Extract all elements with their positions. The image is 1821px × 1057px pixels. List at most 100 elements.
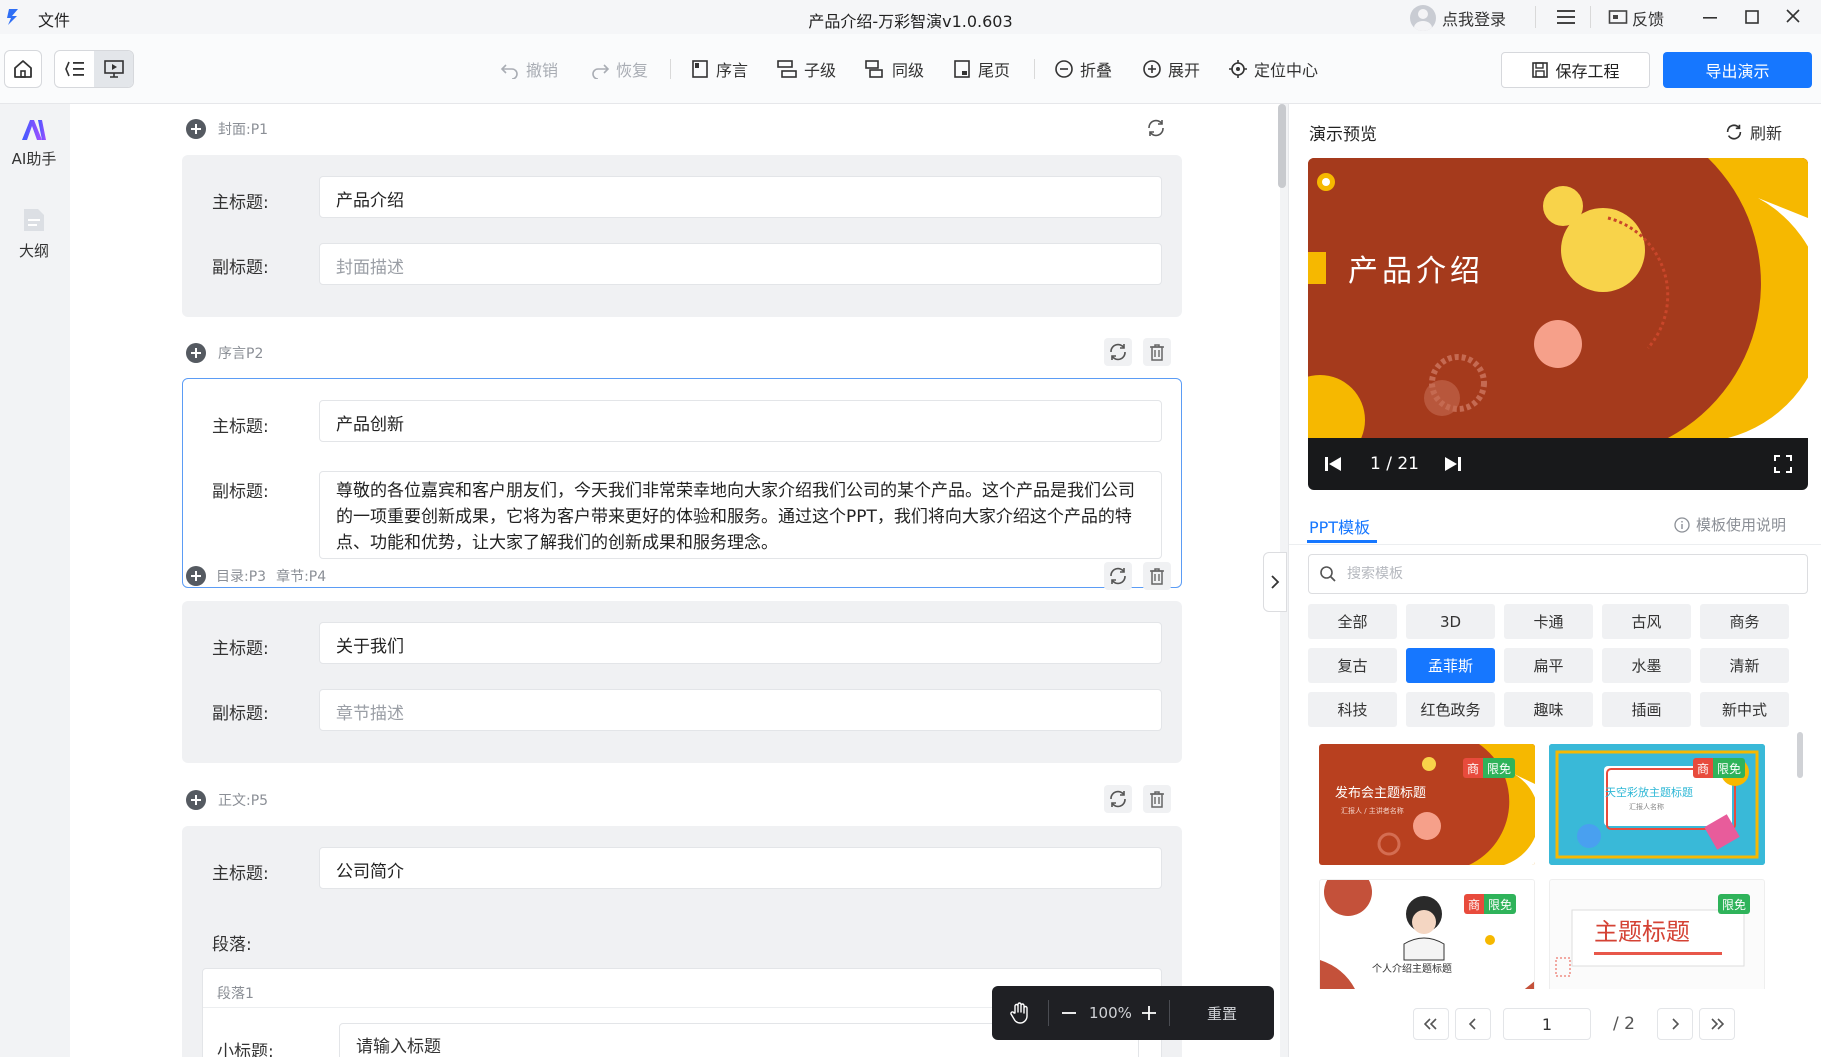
presentation-view-button[interactable]	[94, 51, 133, 87]
close-icon[interactable]	[1781, 6, 1805, 28]
delete-button[interactable]	[1143, 562, 1171, 590]
file-menu[interactable]: 文件	[38, 7, 70, 31]
undo-button[interactable]: 撤销	[500, 58, 558, 80]
home-button[interactable]	[4, 50, 42, 88]
trash-icon	[1150, 344, 1164, 361]
export-button[interactable]: 导出演示	[1663, 52, 1812, 88]
last-page-button[interactable]: 尾页	[952, 58, 1010, 80]
refresh-label: 刷新	[1749, 124, 1782, 143]
template-scrollbar[interactable]	[1797, 732, 1803, 778]
page-total: / 2	[1613, 1014, 1635, 1034]
next-page-button[interactable]	[1657, 1008, 1693, 1040]
section-header: 序言P2	[186, 341, 263, 365]
category-chip[interactable]: 新中式	[1700, 692, 1789, 727]
category-chip[interactable]: 水墨	[1602, 648, 1691, 683]
collapse-button[interactable]: 折叠	[1054, 58, 1112, 80]
sidebar-item-ai-assistant[interactable]: AI助手	[0, 118, 68, 169]
add-icon[interactable]	[186, 566, 206, 586]
trash-icon	[1150, 568, 1164, 585]
editor-scrollbar[interactable]	[1278, 104, 1286, 188]
category-chip[interactable]: 卡通	[1504, 604, 1593, 639]
main-title-input[interactable]: 产品介绍	[319, 176, 1162, 218]
add-icon[interactable]	[186, 119, 206, 139]
expand-icon	[1143, 60, 1161, 78]
main-title-input[interactable]: 公司简介	[319, 847, 1162, 889]
regenerate-button[interactable]	[1104, 785, 1132, 813]
regenerate-button[interactable]	[1104, 562, 1132, 590]
regenerate-button[interactable]	[1104, 338, 1132, 366]
outline-view-button[interactable]	[55, 51, 94, 87]
skip-forward-icon[interactable]	[1444, 456, 1462, 472]
main-title-input[interactable]: 产品创新	[319, 400, 1162, 442]
collapse-icon	[1055, 60, 1073, 78]
locate-center-button[interactable]: 定位中心	[1228, 58, 1318, 80]
category-chip[interactable]: 全部	[1308, 604, 1397, 639]
tab-ppt-template[interactable]: PPT模板	[1309, 514, 1370, 538]
minus-icon	[1062, 1012, 1076, 1014]
preview-title: 演示预览	[1309, 125, 1377, 145]
section-header: 目录:P3 章节:P4	[186, 564, 326, 588]
maximize-icon[interactable]	[1740, 6, 1764, 28]
save-project-button[interactable]: 保存工程	[1501, 52, 1650, 88]
collapse-panel-button[interactable]	[1263, 552, 1287, 612]
zoom-reset-button[interactable]: 重置	[1170, 1003, 1274, 1024]
skip-back-icon[interactable]	[1324, 456, 1342, 472]
template-help-link[interactable]: 模板使用说明	[1674, 514, 1786, 535]
subtitle-input[interactable]: 封面描述	[319, 243, 1162, 285]
subtitle-label: 副标题:	[212, 258, 269, 278]
fullscreen-icon[interactable]	[1774, 455, 1792, 473]
category-chip[interactable]: 复古	[1308, 648, 1397, 683]
login-button[interactable]: 点我登录	[1410, 5, 1506, 31]
redo-button[interactable]: 恢复	[590, 58, 648, 80]
category-chip[interactable]: 扁平	[1504, 648, 1593, 683]
template-card[interactable]: 天空彩放主题标题 汇报人名称 商 限免	[1549, 744, 1765, 865]
template-badge: 商 限免	[1463, 758, 1516, 778]
expand-button[interactable]: 展开	[1142, 58, 1200, 80]
main-title-input[interactable]: 关于我们	[319, 622, 1162, 664]
category-chip[interactable]: 趣味	[1504, 692, 1593, 727]
pan-tool-button[interactable]	[992, 1001, 1048, 1025]
zoom-out-button[interactable]	[1049, 1004, 1089, 1022]
page-input[interactable]: 1	[1503, 1008, 1591, 1040]
add-icon[interactable]	[186, 343, 206, 363]
prev-page-button[interactable]	[1455, 1008, 1491, 1040]
child-button[interactable]: 子级	[776, 58, 836, 80]
subtitle-input[interactable]: 章节描述	[319, 689, 1162, 731]
template-card[interactable]: 个人介绍主题标题 商 限免	[1319, 879, 1535, 989]
template-card[interactable]: 主题标题 限免	[1549, 879, 1765, 989]
minimize-icon[interactable]	[1698, 6, 1722, 28]
category-chip[interactable]: 插画	[1602, 692, 1691, 727]
category-chip[interactable]: 红色政务	[1406, 692, 1495, 727]
last-page-nav-button[interactable]	[1699, 1008, 1735, 1040]
regenerate-button[interactable]	[1142, 114, 1170, 142]
divider	[1590, 6, 1591, 28]
template-card[interactable]: 发布会主题标题 汇报人 / 主讲者名称 商 限免	[1319, 744, 1535, 865]
subtitle-textarea[interactable]: 尊敬的各位嘉宾和客户朋友们，今天我们非常荣幸地向大家介绍我们公司的某个产品。这个…	[319, 471, 1162, 559]
category-chip[interactable]: 古风	[1602, 604, 1691, 639]
refresh-preview-button[interactable]: 刷新	[1709, 116, 1797, 148]
menu-icon[interactable]	[1556, 8, 1576, 26]
category-chip[interactable]: 清新	[1700, 648, 1789, 683]
zoom-in-button[interactable]	[1129, 1004, 1169, 1022]
delete-button[interactable]	[1143, 785, 1171, 813]
ai-assistant-icon	[22, 120, 46, 140]
avatar-icon	[1410, 5, 1436, 31]
add-icon[interactable]	[186, 790, 206, 810]
sibling-button[interactable]: 同级	[864, 58, 924, 80]
preface-button[interactable]: 序言	[690, 58, 748, 80]
category-chip[interactable]: 科技	[1308, 692, 1397, 727]
category-chip[interactable]: 3D	[1406, 604, 1495, 639]
home-icon	[14, 60, 32, 78]
template-title: 主题标题	[1594, 918, 1690, 946]
category-chip[interactable]: 孟菲斯	[1406, 648, 1495, 683]
first-page-button[interactable]	[1413, 1008, 1449, 1040]
commercial-badge: 商	[1693, 758, 1714, 778]
category-chip[interactable]: 商务	[1700, 604, 1789, 639]
right-panel: 演示预览 刷新 产品介绍 1 / 21 PPT模板 模板使用说明 搜索模板 全部…	[1288, 104, 1821, 1057]
sibling-label: 同级	[892, 61, 925, 80]
feedback-button[interactable]: 反馈	[1608, 6, 1664, 30]
left-sidebar: AI助手 大纲	[0, 104, 68, 1057]
delete-button[interactable]	[1143, 338, 1171, 366]
sidebar-item-outline[interactable]: 大纲	[0, 206, 68, 261]
template-search-input[interactable]	[1347, 566, 1777, 582]
